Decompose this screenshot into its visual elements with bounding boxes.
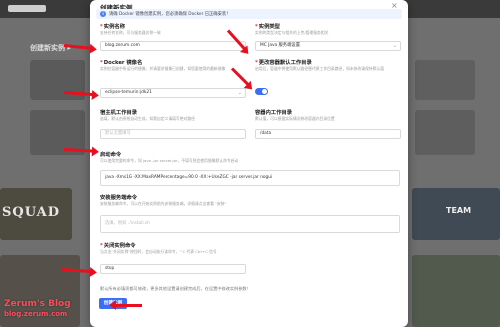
instance-name-hint: 支持任何名称，可与服务器名称一致 xyxy=(100,30,161,35)
info-alert: i 请确 Docker 镜像创建实例，您必须确保 Docker 已正确安装！ xyxy=(96,9,402,19)
workdir-toggle-label: *更改容器默认工作目录 xyxy=(255,60,312,66)
instance-type-value: MC Java 服务端设置 xyxy=(260,43,300,48)
docker-image-value: eclipse-temurin:jdk21 xyxy=(105,90,152,95)
alert-text: 请确 Docker 镜像创建实例，您必须确保 Docker 已正确安装！ xyxy=(109,12,231,17)
instance-name-label: *实例名称 xyxy=(100,24,125,30)
workdir-toggle-hint: 启用后，容器中将使用默认路径替代原工作目录路径，如未修改请保持默认值 xyxy=(255,66,385,71)
workdir-toggle-switch[interactable] xyxy=(255,88,268,95)
container-workdir-input[interactable]: /data xyxy=(255,129,401,139)
docker-image-select[interactable]: eclipse-temurin:jdk21 ⌄ xyxy=(100,88,246,98)
background-game-title: SQUAD xyxy=(2,205,61,220)
host-workdir-input[interactable]: 默认无需填写 xyxy=(100,129,246,139)
background-game-banner xyxy=(412,255,500,327)
watermark-title: Zerum's Blog xyxy=(4,299,71,309)
chevron-down-icon: ⌄ xyxy=(237,90,242,96)
footer-note: 默认所有必填项都可修改，更多其他设置请创建完成后，在设置中修改实例参数！ xyxy=(100,286,251,291)
instance-type-select[interactable]: MC Java 服务端设置 ⌄ xyxy=(255,41,401,51)
docker-image-label: *Docker 镜像名 xyxy=(100,60,143,66)
container-workdir-hint: 默认值，可以根据实际情况修改容器内目录位置 xyxy=(255,116,335,121)
watermark-url: blog.zerum.com xyxy=(4,310,68,318)
instance-name-input[interactable]: blog.zerum.com xyxy=(100,41,246,51)
background-game-title: TEAM xyxy=(446,206,472,215)
docker-image-hint: 实例在容器中所运行的镜像，并请要求镜像已创建，如您要使用的最新镜像 xyxy=(100,66,226,71)
toggle-knob xyxy=(262,89,267,94)
start-command-label: 启动命令 xyxy=(100,152,122,158)
start-command-hint: 可以使用完整的命令，如 java -jar server.jar，不填写则会使用… xyxy=(100,158,239,163)
background-card xyxy=(415,110,475,155)
stop-command-hint: 当点击"关闭实例"按钮时，会自动执行该命令，^C 代表 Ctrl+C 信号 xyxy=(100,249,217,254)
instance-type-hint: 实例的类型决定与相关的上传/管理服务相关 xyxy=(255,30,329,35)
stop-command-label: *关闭实例命令 xyxy=(100,243,136,249)
annotation-arrow xyxy=(114,304,142,307)
instance-type-label: *实例类型 xyxy=(255,24,280,30)
stop-command-input[interactable]: stop xyxy=(100,264,246,274)
chevron-down-icon: ⌄ xyxy=(392,43,397,49)
install-command-hint: 安装服务端命令，可以在开始实例前先安装服务端，详细请点击查看 "安装" xyxy=(100,201,227,206)
background-logo xyxy=(8,5,46,12)
host-workdir-hint: 选填，默认由系统自动生成，如需自定义请填写绝对路径 xyxy=(100,116,195,121)
install-command-label: 安装服务端命令 xyxy=(100,195,138,201)
host-workdir-label: 宿主机工作目录 xyxy=(100,110,138,116)
install-command-input[interactable]: 选填，例如 ./install.sh xyxy=(100,215,400,233)
container-workdir-label: 容器内工作目录 xyxy=(255,110,293,116)
info-icon: i xyxy=(100,11,106,17)
start-command-input[interactable]: java -Xms1G -XX:MaxRAMPercentage=90.0 -X… xyxy=(100,170,400,186)
background-card xyxy=(415,60,475,100)
